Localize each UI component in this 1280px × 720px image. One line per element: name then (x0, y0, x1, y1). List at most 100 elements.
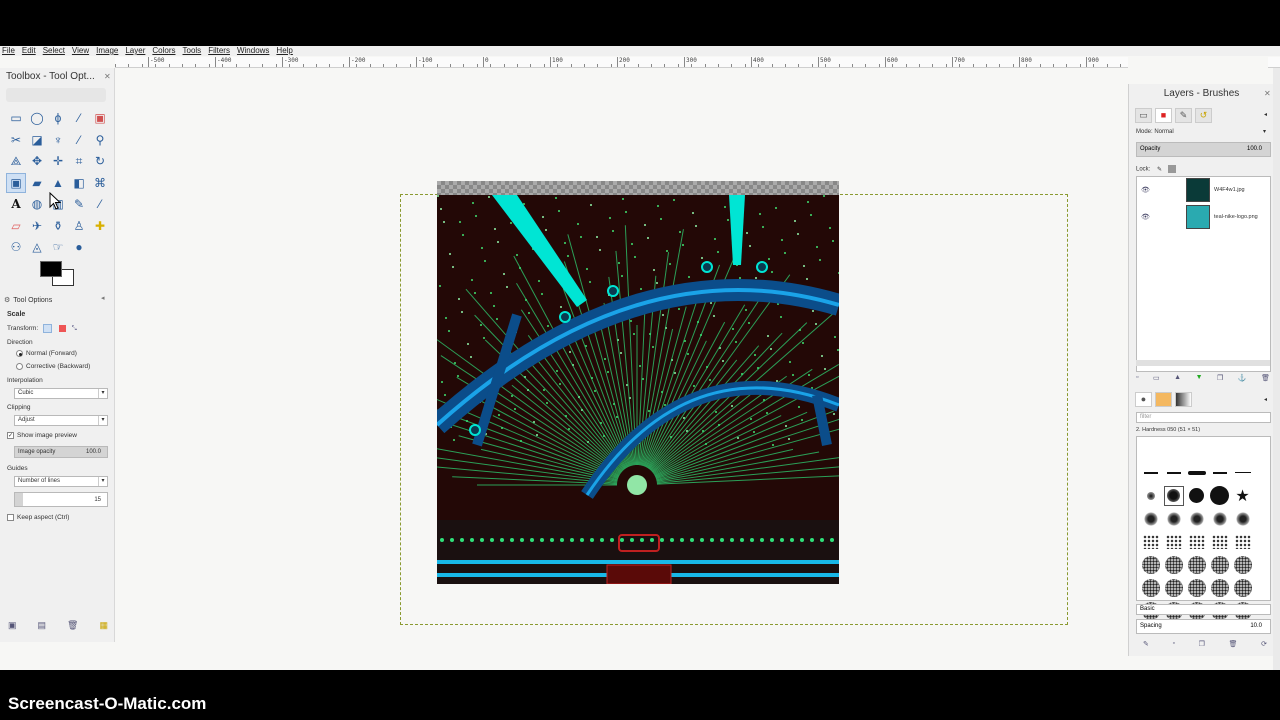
close-icon[interactable]: ✕ (104, 72, 111, 81)
panel-menu-icon[interactable]: ◂ (1264, 396, 1267, 403)
fg-bg-color-selector[interactable] (40, 261, 76, 287)
tab-channels[interactable]: ■ (1155, 108, 1172, 123)
fuzzy-select-icon[interactable]: ⁄ (69, 108, 89, 128)
scissors-select-icon[interactable]: ✂ (6, 130, 26, 150)
brush-circ-sel-icon[interactable] (1162, 484, 1185, 507)
eye-icon[interactable]: 👁 (1141, 213, 1150, 221)
eye-icon[interactable]: 👁 (1141, 186, 1150, 194)
reset-options-icon[interactable]: ▦ (99, 620, 108, 631)
brush-splat-icon[interactable] (1162, 507, 1185, 530)
panel-menu-icon[interactable]: ◂ (101, 294, 105, 302)
zoom-icon[interactable]: ⚲ (90, 130, 110, 150)
measure-icon[interactable]: ⟁ (6, 151, 26, 171)
brush-texture-icon[interactable] (1139, 553, 1162, 576)
panel-menu-icon[interactable]: ◂ (1264, 111, 1267, 118)
delete-layer-icon[interactable]: 🗑 (1261, 374, 1270, 382)
menu-image[interactable]: Image (96, 46, 118, 56)
text-icon[interactable]: A (6, 194, 26, 214)
image-opacity-slider[interactable]: Image opacity 100.0 (14, 446, 108, 458)
layer-row[interactable]: 👁 teal-nike-logo.png (1136, 204, 1271, 230)
brush-texture-icon[interactable] (1185, 576, 1208, 599)
brush-texture-icon[interactable] (1208, 576, 1231, 599)
free-select-icon[interactable]: ϕ (48, 108, 68, 128)
perspective-icon[interactable]: ▲ (48, 173, 68, 193)
brush-texture-icon[interactable] (1185, 553, 1208, 576)
brush-dash-icon[interactable] (1139, 461, 1162, 484)
scale-icon[interactable]: ▣ (6, 172, 26, 193)
keep-aspect-checkbox[interactable]: Keep aspect (Ctrl) (7, 514, 69, 521)
guide-lines-spinner[interactable]: 15 (14, 492, 108, 507)
eraser-icon[interactable]: ▱ (6, 216, 26, 236)
flip-icon[interactable]: ◧ (69, 173, 89, 193)
foreground-select-icon[interactable]: ◪ (27, 130, 47, 150)
cage-transform-icon[interactable]: ⌘ (90, 173, 110, 193)
layer-row[interactable]: 👁 W4F4w1.jpg (1136, 177, 1271, 203)
align-icon[interactable]: ✛ (48, 151, 68, 171)
menu-select[interactable]: Select (43, 46, 65, 56)
menu-file[interactable]: File (2, 46, 15, 56)
new-brush-icon[interactable]: ▫ (1173, 640, 1175, 648)
layer-group-icon[interactable]: ▭ (1153, 374, 1160, 382)
brush-spray-icon[interactable] (1139, 530, 1162, 553)
foreground-color-swatch[interactable] (40, 261, 62, 277)
brush-dot-l-icon[interactable] (1208, 484, 1231, 507)
brush-spray-icon[interactable] (1231, 530, 1254, 553)
shear-icon[interactable]: ▰ (27, 173, 47, 193)
clipping-select[interactable]: Adjust ▾ (14, 415, 108, 426)
brush-splat-icon[interactable] (1208, 507, 1231, 530)
new-layer-icon[interactable]: ▫ (1136, 374, 1138, 382)
menu-colors[interactable]: Colors (152, 46, 175, 56)
blur-icon[interactable]: ◬ (27, 237, 47, 257)
brush-bar-icon[interactable] (1185, 461, 1208, 484)
smudge-icon[interactable]: ☞ (48, 237, 68, 257)
tab-layers[interactable]: ▭ (1135, 108, 1152, 123)
interpolation-select[interactable]: Cubic ▾ (14, 388, 108, 399)
brush-texture-icon[interactable] (1139, 576, 1162, 599)
menu-windows[interactable]: Windows (237, 46, 269, 56)
brush-spray-icon[interactable] (1185, 530, 1208, 553)
crop-icon[interactable]: ⌗ (69, 151, 89, 171)
menu-help[interactable]: Help (276, 46, 292, 56)
transform-selection-icon[interactable] (58, 325, 66, 332)
show-preview-checkbox[interactable]: ✓ Show image preview (7, 432, 77, 439)
edit-brush-icon[interactable]: ✎ (1143, 640, 1149, 648)
brush-texture-icon[interactable] (1231, 553, 1254, 576)
transform-path-icon[interactable]: ⤡ (72, 325, 77, 332)
chevron-down-icon[interactable]: ▾ (1263, 128, 1266, 135)
brush-splat-icon[interactable] (1185, 507, 1208, 530)
ink-icon[interactable]: ⚱ (48, 216, 68, 236)
tab-brushes[interactable]: ● (1135, 392, 1152, 407)
brush-dash-icon[interactable] (1208, 461, 1231, 484)
paths-icon[interactable]: ♆ (48, 130, 68, 150)
brush-spray-icon[interactable] (1208, 530, 1231, 553)
direction-normal-radio[interactable]: Normal (Forward) (16, 350, 77, 357)
brush-dot-m-icon[interactable] (1185, 484, 1208, 507)
menu-layer[interactable]: Layer (125, 46, 145, 56)
perspective-clone-icon[interactable]: ⚇ (6, 237, 26, 257)
delete-brush-icon[interactable]: 🗑 (1229, 640, 1238, 648)
tab-gradients[interactable] (1175, 392, 1192, 407)
lower-layer-icon[interactable]: ▼ (1196, 374, 1203, 382)
tab-tool-options[interactable]: ⚙ Tool Options (4, 294, 64, 306)
horizontal-ruler[interactable]: -500 -400 -300 -200 -100 0 100 200 300 400 500 600 7… (115, 57, 1128, 68)
brush-texture-icon[interactable] (1162, 553, 1185, 576)
color-select-icon[interactable]: ▣ (90, 108, 110, 128)
guides-select[interactable]: Number of lines ▾ (14, 476, 108, 487)
brush-splat-icon[interactable] (1231, 507, 1254, 530)
heal-icon[interactable]: ✚ (90, 216, 110, 236)
layers-scrollbar[interactable] (1136, 360, 1270, 366)
tab-undo[interactable]: ↺ (1195, 108, 1212, 123)
brush-texture-icon[interactable] (1208, 553, 1231, 576)
tab-paths[interactable]: ✎ (1175, 108, 1192, 123)
brush-texture-icon[interactable] (1231, 576, 1254, 599)
direction-corrective-radio[interactable]: Corrective (Backward) (16, 363, 90, 370)
brush-filter-input[interactable]: filter (1136, 412, 1271, 423)
dodge-burn-icon[interactable]: ● (69, 237, 89, 257)
color-picker-icon[interactable]: ⁄ (69, 130, 89, 150)
brush-star-icon[interactable]: ★ (1231, 484, 1254, 507)
raise-layer-icon[interactable]: ▲ (1174, 374, 1181, 382)
menu-view[interactable]: View (72, 46, 89, 56)
airbrush-icon[interactable]: ✈ (27, 216, 47, 236)
move-icon[interactable]: ✥ (27, 151, 47, 171)
vertical-scrollbar[interactable] (1273, 68, 1280, 670)
